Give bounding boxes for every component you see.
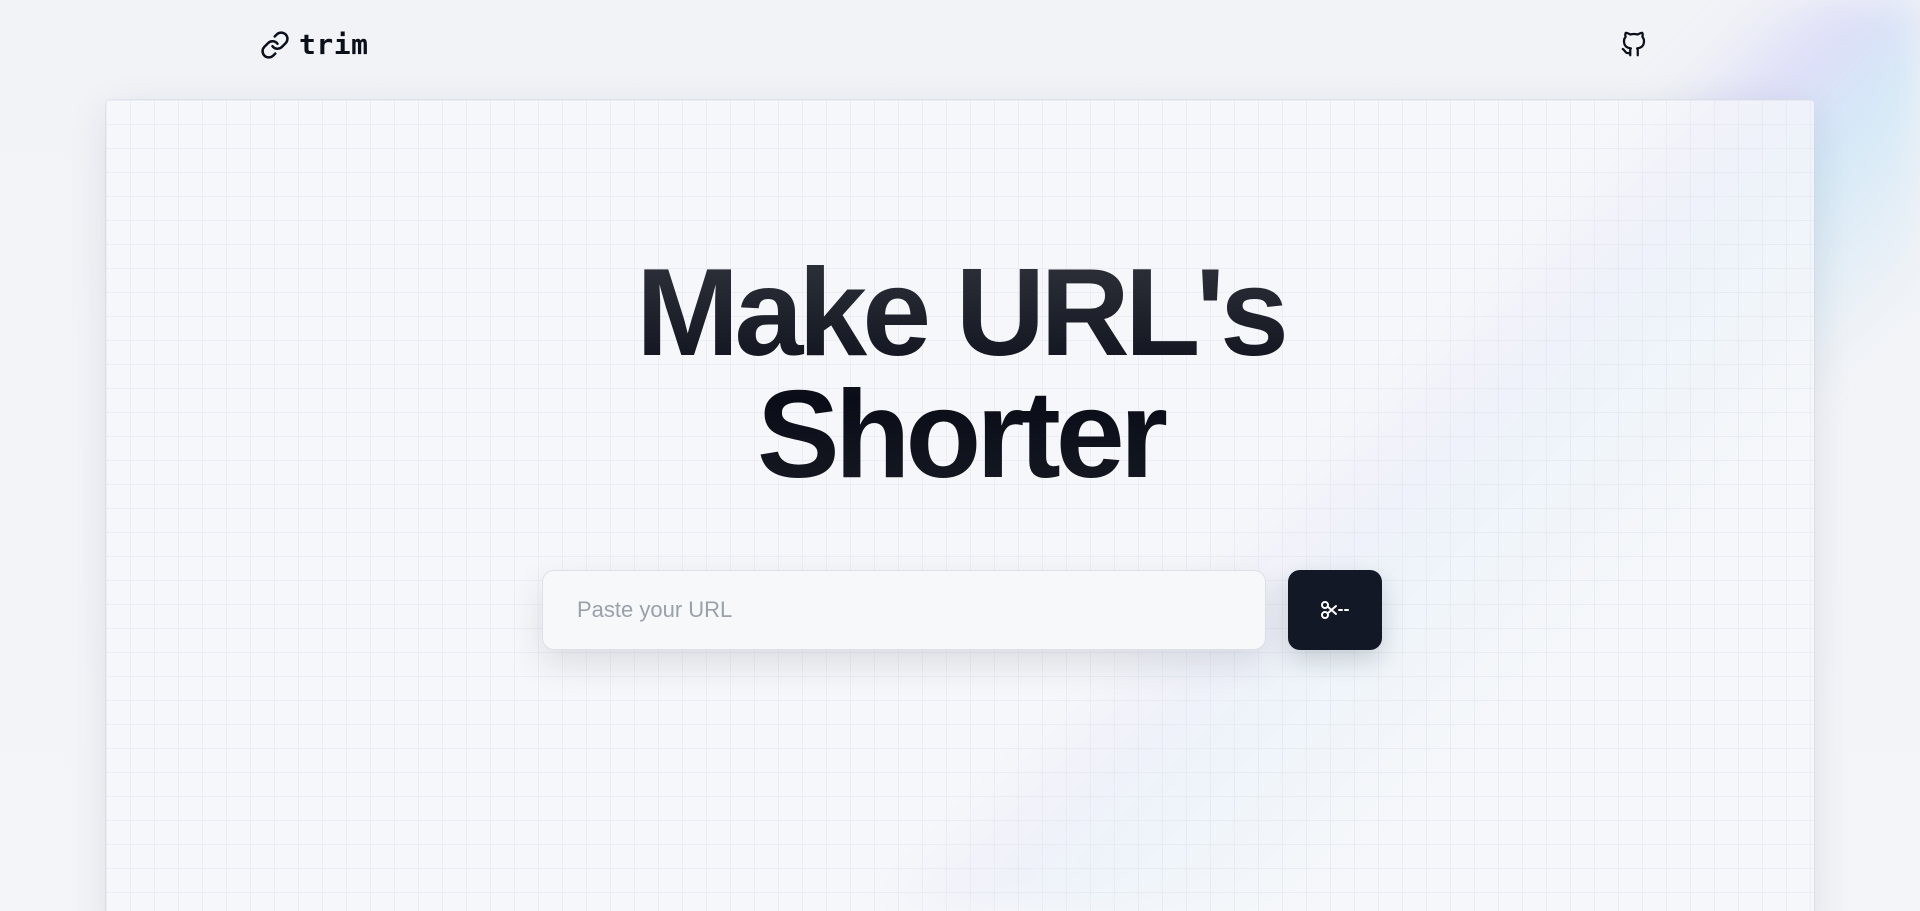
scissors-icon — [1320, 600, 1350, 620]
hero-title-line1: Make URL's — [636, 244, 1284, 382]
github-icon — [1619, 29, 1649, 59]
shorten-form — [542, 570, 1382, 650]
url-input[interactable] — [542, 570, 1266, 650]
hero-title: Make URL's Shorter — [106, 252, 1814, 496]
hero-title-line2: Shorter — [757, 366, 1163, 504]
app-page: trim Make URL's Shorter — [0, 0, 1920, 911]
hero-card: Make URL's Shorter — [106, 100, 1814, 911]
shorten-button[interactable] — [1288, 570, 1382, 650]
top-nav: trim — [0, 0, 1920, 90]
link-icon — [260, 30, 290, 60]
github-link[interactable] — [1619, 29, 1649, 59]
brand-name: trim — [299, 28, 369, 61]
brand-logo-link[interactable]: trim — [260, 28, 368, 61]
